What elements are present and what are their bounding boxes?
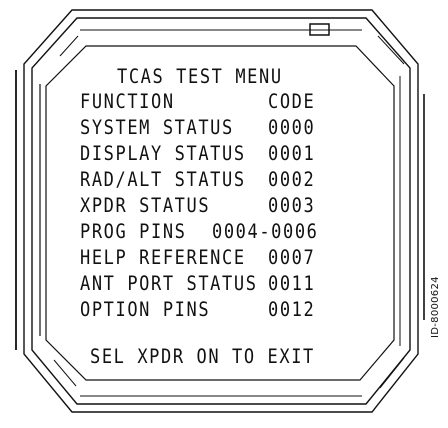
menu-title: TCAS TEST MENU [117, 65, 283, 89]
menu-item-code: 0002 [268, 168, 316, 192]
menu-item-code: 0012 [268, 298, 316, 322]
menu-item-code: 0001 [268, 142, 316, 166]
header-code: CODE [268, 90, 316, 114]
menu-item-code: 0007 [268, 246, 316, 270]
menu-item-label: ANT PORT STATUS [80, 272, 258, 296]
menu-item-label: DISPLAY STATUS [80, 142, 246, 166]
menu-item-code: 0000 [268, 116, 316, 140]
menu-item-label: OPTION PINS [80, 298, 211, 322]
footer-instruction: SEL XPDR ON TO EXIT [90, 345, 315, 369]
menu-item-label: HELP REFERENCE [80, 246, 246, 270]
menu-item-label: XPDR STATUS [80, 194, 211, 218]
menu-item-label: SYSTEM STATUS [80, 116, 234, 140]
figure-id: ID-8000624 [430, 276, 441, 338]
header-function: FUNCTION [80, 90, 175, 114]
menu-item-code: 0003 [268, 194, 316, 218]
menu-item-code: 0004-0006 [212, 220, 319, 244]
menu-item-label: PROG PINS [80, 220, 187, 244]
menu-item-label: RAD/ALT STATUS [80, 168, 246, 192]
menu-item-code: 0011 [268, 272, 316, 296]
